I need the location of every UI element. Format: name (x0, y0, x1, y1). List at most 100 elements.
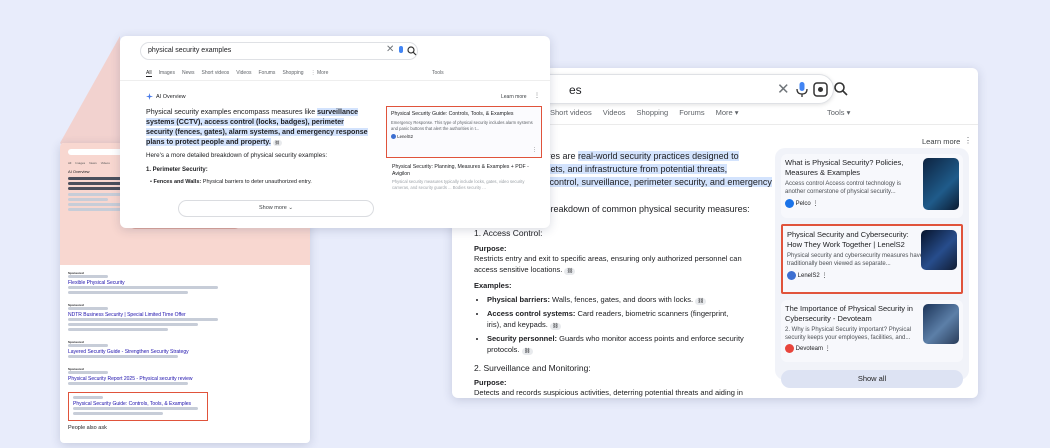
example-item: Security personnel: Guards who monitor a… (487, 334, 744, 355)
clear-icon[interactable]: ✕ (777, 80, 790, 98)
sources-panel: What is Physical Security? Policies, Mea… (775, 148, 969, 388)
card-title[interactable]: What is Physical Security? Policies, Mea… (785, 158, 923, 177)
tab-shopping[interactable]: Shopping (637, 108, 669, 117)
favicon-icon (785, 344, 794, 353)
tab-more[interactable]: ⋮ More (311, 70, 329, 77)
example-text: Physical barriers to deter unauthorized … (201, 179, 312, 185)
link-chip-icon[interactable]: ⛓ (521, 347, 533, 355)
examples-label: Examples: (474, 281, 512, 290)
sparkle-icon (146, 93, 153, 100)
people-also-ask-heading: People also ask (68, 425, 107, 431)
show-more-button[interactable]: Show more ⌄ (178, 200, 374, 217)
example-term: Fences and Walls: (153, 179, 202, 185)
thumbnail-image (923, 158, 959, 210)
zoom-bullet: • Fences and Walls: Physical barriers to… (150, 179, 312, 185)
zoom-tabs: All Images News Short videos Videos Foru… (146, 70, 328, 77)
card-snippet: Physical security and cybersecurity meas… (787, 253, 924, 267)
ad-title[interactable]: Physical Security Report 2025 - Physical… (68, 376, 302, 382)
zoom-search-query: physical security examples (148, 47, 232, 54)
card-source: Pelco (795, 201, 811, 208)
more-icon[interactable]: ⋮ (825, 346, 831, 352)
card-title[interactable]: Physical Security Guide: Controls, Tools… (391, 111, 537, 118)
tools-button[interactable]: Tools ▾ (827, 108, 850, 117)
link-chip-icon[interactable]: ⛓ (272, 140, 282, 146)
tab-all[interactable]: All (146, 70, 152, 77)
result-title[interactable]: Physical Security Guide: Controls, Tools… (73, 401, 203, 407)
favicon-icon (787, 271, 796, 280)
overview-highlight: ss control, surveillance, perimeter secu… (538, 177, 772, 187)
zoom-section-title: 1. Perimeter Security: (146, 167, 208, 173)
tab-shopping[interactable]: Shopping (282, 70, 303, 77)
example-item: Access control systems: Card readers, bi… (487, 309, 744, 330)
mic-icon[interactable] (796, 82, 808, 98)
source-card[interactable]: The Importance of Physical Security in C… (781, 300, 963, 362)
search-query-tail: es (569, 83, 582, 97)
section-title: 1. Access Control: (474, 228, 543, 238)
tab-videos[interactable]: Videos (603, 108, 626, 117)
more-icon[interactable]: ⋮ (812, 201, 818, 207)
ad-title[interactable]: NDTR Business Security | Special Limited… (68, 312, 302, 318)
tools-button[interactable]: Tools (432, 70, 444, 76)
search-icon[interactable] (407, 46, 417, 56)
tab-videos[interactable]: Videos (236, 70, 251, 77)
card-source: LenelS2 (397, 134, 413, 139)
zoom-overview-text: Physical security examples encompass mea… (146, 107, 372, 147)
link-chip-icon[interactable]: ⛓ (549, 322, 561, 330)
tab-forums[interactable]: Forums (258, 70, 275, 77)
clear-icon[interactable]: ✕ (386, 44, 394, 55)
chevron-down-icon: ⌄ (288, 205, 293, 211)
zoom-source-card-highlighted[interactable]: Physical Security Guide: Controls, Tools… (386, 106, 542, 158)
small-ad: Sponsored NDTR Business Security | Speci… (68, 303, 302, 331)
example-item: Physical barriers: Walls, fences, gates,… (487, 295, 744, 306)
small-ad: Sponsored Layered Security Guide - Stren… (68, 340, 302, 358)
example-text: Walls, fences, gates, and doors with loc… (549, 294, 694, 304)
ad-title[interactable]: Layered Security Guide - Strengthen Secu… (68, 349, 302, 355)
section-access-control: 1. Access Control: Purpose: Restricts en… (474, 228, 744, 398)
tab-short-videos[interactable]: Short videos (201, 70, 229, 77)
example-term: Physical barriers: (487, 294, 550, 304)
zoom-search-box[interactable]: physical security examples ✕ (140, 42, 418, 60)
source-card[interactable]: Physical Security and Cybersecurity: How… (781, 224, 963, 294)
more-icon[interactable]: ⋮ (821, 273, 827, 279)
lens-icon[interactable] (813, 82, 828, 97)
example-term: Security personnel: (487, 334, 558, 343)
show-all-button[interactable]: Show all (781, 370, 963, 388)
favicon-icon (785, 199, 794, 208)
purpose-label: Purpose: (474, 243, 507, 253)
overview-highlight: sets, and infrastructure from potential … (546, 164, 728, 174)
link-chip-icon[interactable]: ⛓ (695, 297, 707, 305)
tab-news[interactable]: News (182, 70, 195, 77)
overview-text: Physical security examples encompass mea… (146, 108, 318, 116)
tab-more[interactable]: More ▾ (716, 108, 739, 117)
purpose-text: Restricts entry and exit to specific are… (474, 254, 742, 274)
overview-highlight: real-world security practices designed t… (578, 151, 739, 161)
small-ad: Sponsored Flexible Physical Security (68, 271, 302, 294)
more-icon[interactable]: ⋮ (532, 147, 537, 153)
show-more-label: Show more (259, 205, 287, 211)
search-tabs: Short videos Videos Shopping Forums More… (550, 108, 739, 117)
learn-more-link[interactable]: Learn more (922, 137, 960, 146)
example-term: Access control systems: (487, 309, 576, 318)
purpose-label: Purpose: (474, 377, 507, 387)
tab-images[interactable]: Images (159, 70, 175, 77)
card-title[interactable]: Physical Security: Planning, Measures & … (392, 164, 534, 178)
search-icon[interactable] (833, 81, 849, 97)
card-snippet: 2. Why is Physical Security important? P… (785, 327, 912, 341)
tab-forums[interactable]: Forums (679, 108, 704, 117)
more-options-icon[interactable]: ⋮ (534, 92, 540, 99)
section-title: 2. Surveillance and Monitoring: (474, 363, 591, 373)
mic-icon[interactable] (399, 46, 403, 53)
link-chip-icon[interactable]: ⛓ (564, 267, 576, 275)
card-source: Devoteam (795, 346, 824, 353)
thumbnail-image (921, 230, 957, 270)
card-snippet: Emergency Response. This type of physica… (391, 120, 533, 131)
small-highlighted-result[interactable]: Physical Security Guide: Controls, Tools… (68, 392, 208, 421)
more-options-icon[interactable]: ⋮ (964, 136, 972, 145)
card-snippet: Access control Access control technology… (785, 181, 902, 195)
small-ad: Sponsored Physical Security Report 2025 … (68, 367, 302, 385)
card-title[interactable]: The Importance of Physical Security in C… (785, 304, 923, 323)
learn-more-link[interactable]: Learn more (501, 94, 527, 100)
source-card[interactable]: What is Physical Security? Policies, Mea… (781, 154, 963, 218)
card-title[interactable]: Physical Security and Cybersecurity: How… (787, 230, 925, 249)
tab-short-videos[interactable]: Short videos (550, 108, 592, 117)
